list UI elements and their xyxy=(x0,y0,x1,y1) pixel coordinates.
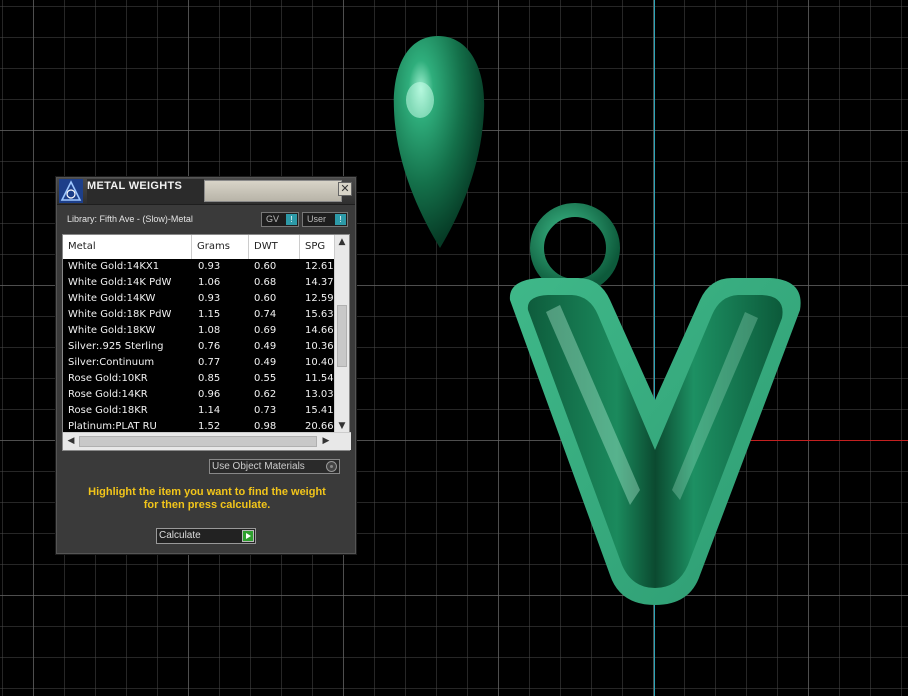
cell-spg: 13.03 xyxy=(300,388,335,402)
cell-metal: Rose Gold:14KR xyxy=(63,388,192,402)
instructions-line-1: Highlight the item you want to find the … xyxy=(88,486,326,498)
table-header: Metal Grams DWT SPG xyxy=(63,235,335,259)
table-row[interactable]: White Gold:14KW 0.93 0.60 12.59 xyxy=(63,291,335,307)
use-object-materials-toggle[interactable]: Use Object Materials xyxy=(209,459,340,474)
panel-title: METAL WEIGHTS xyxy=(87,179,204,204)
cell-metal: White Gold:18K PdW xyxy=(63,308,192,322)
cell-grams: 1.06 xyxy=(193,276,248,290)
horizontal-scroll-thumb[interactable] xyxy=(79,436,317,447)
cell-dwt: 0.49 xyxy=(249,356,299,370)
gv-toggle[interactable]: GV ! xyxy=(261,212,299,227)
cell-dwt: 0.49 xyxy=(249,340,299,354)
cell-metal: Rose Gold:18KR xyxy=(63,404,192,418)
instructions-text: Highlight the item you want to find the … xyxy=(65,486,349,512)
cell-spg: 10.36 xyxy=(300,340,335,354)
cell-spg: 11.54 xyxy=(300,372,335,386)
cell-grams: 1.15 xyxy=(193,308,248,322)
cell-grams: 1.14 xyxy=(193,404,248,418)
cell-dwt: 0.69 xyxy=(249,324,299,338)
close-icon[interactable]: ✕ xyxy=(338,182,352,196)
cell-dwt: 0.62 xyxy=(249,388,299,402)
cell-metal: White Gold:14KX1 xyxy=(63,260,192,274)
column-header-dwt[interactable]: DWT xyxy=(249,235,300,259)
table-row[interactable]: Silver:Continuum 0.77 0.49 10.40 xyxy=(63,355,335,371)
table-row[interactable]: Platinum:PLAT RU 1.52 0.98 20.66 xyxy=(63,419,335,433)
cell-spg: 14.37 xyxy=(300,276,335,290)
gv-toggle-label: GV xyxy=(266,214,280,224)
teardrop-model[interactable] xyxy=(393,36,485,248)
cell-metal: Silver:Continuum xyxy=(63,356,192,370)
column-header-metal[interactable]: Metal xyxy=(63,235,192,259)
user-toggle[interactable]: User ! xyxy=(302,212,348,227)
panel-titlebar[interactable]: METAL WEIGHTS ✕ xyxy=(57,178,355,205)
table-row[interactable]: Silver:.925 Sterling 0.76 0.49 10.36 xyxy=(63,339,335,355)
calculate-button[interactable]: Calculate xyxy=(156,528,256,544)
use-object-materials-label: Use Object Materials xyxy=(212,461,305,472)
table-vertical-scrollbar[interactable]: ▲ ▼ xyxy=(334,235,349,433)
table-row[interactable]: White Gold:14K PdW 1.06 0.68 14.37 xyxy=(63,275,335,291)
cell-spg: 12.61 xyxy=(300,260,335,274)
metal-weights-panel: METAL WEIGHTS ✕ Library: Fifth Ave - (Sl… xyxy=(56,177,356,554)
cell-spg: 15.41 xyxy=(300,404,335,418)
column-header-spg[interactable]: SPG xyxy=(300,235,335,259)
cell-grams: 0.96 xyxy=(193,388,248,402)
cell-grams: 0.77 xyxy=(193,356,248,370)
bail-ring-model[interactable] xyxy=(530,203,620,293)
table-body: White Gold:14KX1 0.93 0.60 12.61 White Gold… xyxy=(63,259,335,433)
table-row[interactable]: White Gold:18K PdW 1.15 0.74 15.63 xyxy=(63,307,335,323)
user-toggle-label: User xyxy=(307,214,327,224)
table-row[interactable]: Rose Gold:14KR 0.96 0.62 13.03 xyxy=(63,387,335,403)
cell-dwt: 0.68 xyxy=(249,276,299,290)
library-label: Library: Fifth Ave - (Slow)-Metal xyxy=(67,214,193,224)
cell-dwt: 0.60 xyxy=(249,292,299,306)
table-row[interactable]: White Gold:18KW 1.08 0.69 14.66 xyxy=(63,323,335,339)
cell-dwt: 0.73 xyxy=(249,404,299,418)
cell-dwt: 0.55 xyxy=(249,372,299,386)
cell-dwt: 0.74 xyxy=(249,308,299,322)
table-row[interactable]: White Gold:14KX1 0.93 0.60 12.61 xyxy=(63,259,335,275)
calculate-label: Calculate xyxy=(159,530,201,541)
cell-spg: 12.59 xyxy=(300,292,335,306)
scroll-down-icon[interactable]: ▼ xyxy=(335,419,349,433)
cell-metal: White Gold:14KW xyxy=(63,292,192,306)
scroll-up-icon[interactable]: ▲ xyxy=(335,235,349,249)
table-row[interactable]: Rose Gold:18KR 1.14 0.73 15.41 xyxy=(63,403,335,419)
cell-spg: 10.40 xyxy=(300,356,335,370)
letter-v-model[interactable] xyxy=(509,278,801,605)
cell-spg: 15.63 xyxy=(300,308,335,322)
scroll-right-icon[interactable]: ▶ xyxy=(319,433,333,450)
vertical-scroll-thumb[interactable] xyxy=(337,305,347,367)
cell-metal: White Gold:14K PdW xyxy=(63,276,192,290)
instructions-line-2: for then press calculate. xyxy=(143,499,271,511)
cell-metal: White Gold:18KW xyxy=(63,324,192,338)
cell-dwt: 0.60 xyxy=(249,260,299,274)
cell-grams: 1.08 xyxy=(193,324,248,338)
cell-grams: 0.93 xyxy=(193,292,248,306)
metal-table: Metal Grams DWT SPG White Gold:14KX1 0.93… xyxy=(62,234,351,451)
column-header-grams[interactable]: Grams xyxy=(192,235,249,259)
cell-metal: Rose Gold:10KR xyxy=(63,372,192,386)
table-row[interactable]: Rose Gold:10KR 0.85 0.55 11.54 xyxy=(63,371,335,387)
radio-icon[interactable] xyxy=(326,461,337,472)
scroll-left-icon[interactable]: ◀ xyxy=(64,433,78,450)
cell-spg: 14.66 xyxy=(300,324,335,338)
table-horizontal-scrollbar[interactable]: ◀ ▶ xyxy=(63,432,351,450)
cell-grams: 0.76 xyxy=(193,340,248,354)
cell-grams: 0.93 xyxy=(193,260,248,274)
user-toggle-mark: ! xyxy=(335,214,346,225)
rhino-matrix-logo-icon xyxy=(59,179,83,203)
titlebar-drag-area[interactable] xyxy=(204,180,342,202)
play-icon[interactable] xyxy=(242,530,254,542)
cell-grams: 0.85 xyxy=(193,372,248,386)
cell-metal: Silver:.925 Sterling xyxy=(63,340,192,354)
gv-toggle-mark: ! xyxy=(286,214,297,225)
